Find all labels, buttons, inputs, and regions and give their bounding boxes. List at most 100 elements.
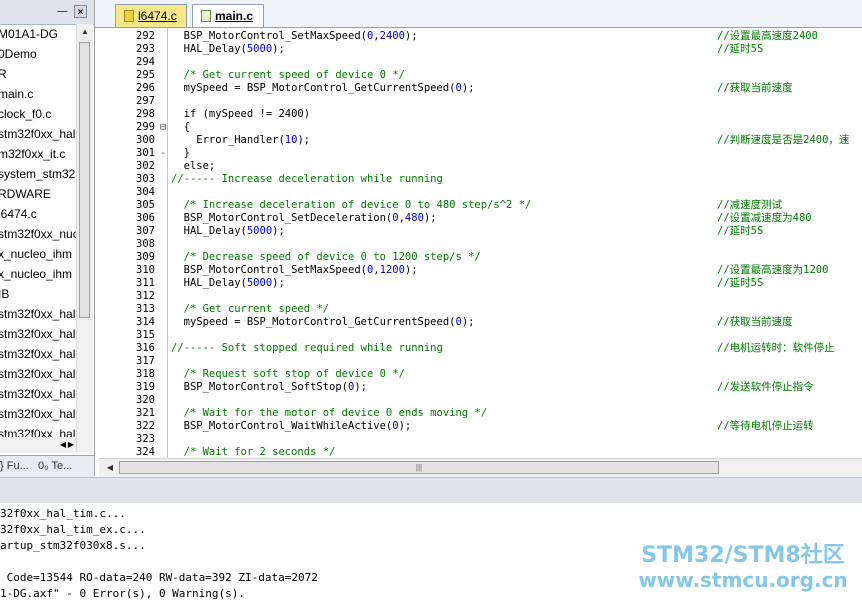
- code-line[interactable]: 319 BSP_MotorControl_SoftStop(0); //发送软件停…: [99, 381, 862, 394]
- pin-icon[interactable]: ―: [56, 5, 69, 18]
- line-number: 292: [136, 30, 155, 42]
- watermark-title: STM32/STM8社区: [641, 543, 845, 568]
- c-file-icon: [124, 10, 134, 22]
- tab-l6474-c[interactable]: l6474.c: [115, 4, 187, 27]
- code-line[interactable]: 316 //----- Soft stopped required while r…: [99, 342, 862, 355]
- trailing-comment: //获取当前速度: [717, 82, 793, 94]
- project-tree-item[interactable]: l6474.c: [0, 204, 76, 224]
- code-line[interactable]: 310 BSP_MotorControl_SetMaxSpeed(0,1200)…: [99, 264, 862, 277]
- code-line[interactable]: 294: [99, 56, 862, 69]
- code-line[interactable]: 311 HAL_Delay(5000); //延时5S: [99, 277, 862, 290]
- code-line[interactable]: 292 BSP_MotorControl_SetMaxSpeed(0,2400)…: [99, 30, 862, 43]
- scrollbar-thumb[interactable]: |||: [119, 461, 719, 474]
- code-text: BSP_MotorControl_SoftStop(0);: [171, 381, 367, 393]
- code-line[interactable]: 299 ⊟ {: [99, 121, 862, 134]
- code-line[interactable]: 313 /* Get current speed */: [99, 303, 862, 316]
- window-splitter[interactable]: [0, 477, 862, 504]
- code-line[interactable]: 309 /* Decrease speed of device 0 to 120…: [99, 251, 862, 264]
- scroll-right-icon[interactable]: ▶: [66, 437, 76, 453]
- project-tree-item[interactable]: RDWARE: [0, 184, 76, 204]
- code-line[interactable]: 324 /* Wait for 2 seconds */: [99, 446, 862, 458]
- project-tree-item[interactable]: m32f0xx_it.c: [0, 144, 76, 164]
- code-line[interactable]: 320: [99, 394, 862, 407]
- code-line[interactable]: 305 /* Increase deceleration of device 0…: [99, 199, 862, 212]
- project-tree-item[interactable]: stm32f0xx_hal: [0, 304, 76, 324]
- code-line[interactable]: 317: [99, 355, 862, 368]
- code-line[interactable]: 298 if (mySpeed != 2400): [99, 108, 862, 121]
- project-tree-item[interactable]: clock_f0.c: [0, 104, 76, 124]
- trailing-comment: //电机运转时：软件停止: [717, 342, 835, 354]
- c-file-icon: [201, 10, 211, 22]
- project-tree-item[interactable]: x_nucleo_ihm: [0, 244, 76, 264]
- trailing-comment: //判断速度是否是2400，速: [717, 134, 850, 146]
- project-tree-item[interactable]: stm32f0xx_hal: [0, 344, 76, 364]
- scroll-left-icon[interactable]: ◀: [103, 460, 117, 476]
- line-number: 296: [136, 82, 155, 94]
- project-tree-item[interactable]: x_nucleo_ihm: [0, 264, 76, 284]
- code-line[interactable]: 308: [99, 238, 862, 251]
- code-text: BSP_MotorControl_SetMaxSpeed(0,2400);: [171, 30, 418, 42]
- line-number: 298: [136, 108, 155, 120]
- tab-templates[interactable]: 0₀ Te...: [38, 458, 72, 475]
- code-line[interactable]: 315: [99, 329, 862, 342]
- project-vertical-scrollbar[interactable]: ▲: [76, 24, 93, 452]
- code-text: /* Request soft stop of device 0 */: [171, 368, 405, 380]
- code-line[interactable]: 321 /* Wait for the motor of device 0 en…: [99, 407, 862, 420]
- code-line[interactable]: 302 else;: [99, 160, 862, 173]
- code-line[interactable]: 303 //----- Increase deceleration while r…: [99, 173, 862, 186]
- code-line[interactable]: 293 HAL_Delay(5000); //延时5S: [99, 43, 862, 56]
- code-line[interactable]: 304: [99, 186, 862, 199]
- project-tree[interactable]: M01A1-DG 0Demo Rmain.c clock_f0.c stm32f0xx_…: [0, 24, 76, 454]
- code-line[interactable]: 301- }: [99, 147, 862, 160]
- trailing-comment: //减速度测试: [717, 199, 783, 211]
- line-number: 318: [136, 368, 155, 380]
- code-line[interactable]: 296 mySpeed = BSP_MotorControl_GetCurren…: [99, 82, 862, 95]
- code-line[interactable]: 312: [99, 290, 862, 303]
- fold-marker-icon[interactable]: ⊟: [159, 121, 167, 134]
- code-line[interactable]: 323: [99, 433, 862, 446]
- editor-horizontal-scrollbar[interactable]: ◀ |||: [99, 458, 862, 477]
- watermark: STM32/STM8社区 www.stmcu.org.cn: [628, 543, 858, 593]
- code-line[interactable]: 314 mySpeed = BSP_MotorControl_GetCurren…: [99, 316, 862, 329]
- line-number: 321: [136, 407, 155, 419]
- code-line[interactable]: 322 BSP_MotorControl_WaitWhileActive(0);…: [99, 420, 862, 433]
- fold-marker-icon[interactable]: -: [159, 147, 167, 160]
- code-line[interactable]: 306 BSP_MotorControl_SetDeceleration(0,4…: [99, 212, 862, 225]
- project-tree-item[interactable]: stm32f0xx_hal: [0, 364, 76, 384]
- code-text: HAL_Delay(5000);: [171, 43, 285, 55]
- code-text: /* Get current speed */: [171, 303, 330, 315]
- project-tree-item[interactable]: stm32f0xx_hal: [0, 324, 76, 344]
- code-text: HAL_Delay(5000);: [171, 225, 285, 237]
- scrollbar-thumb[interactable]: [79, 42, 90, 318]
- trailing-comment: //设置最高速度2400: [717, 30, 818, 42]
- project-tree-item[interactable]: stm32f0xx_hal: [0, 124, 76, 144]
- code-line[interactable]: 297: [99, 95, 862, 108]
- tab-functions[interactable]: } Fu...: [0, 458, 29, 475]
- project-tree-item[interactable]: IB: [0, 284, 76, 304]
- project-tree-item[interactable]: system_stm32: [0, 164, 76, 184]
- project-tree-item[interactable]: M01A1-DG: [0, 24, 76, 44]
- tab-label: l6474.c: [138, 9, 177, 23]
- line-number: 324: [136, 446, 155, 458]
- panel-tabs: } Fu... 0₀ Te...: [0, 455, 94, 477]
- project-tree-item[interactable]: R: [0, 64, 76, 84]
- code-line[interactable]: 295 /* Get current speed of device 0 */: [99, 69, 862, 82]
- code-editor[interactable]: 292 BSP_MotorControl_SetMaxSpeed(0,2400)…: [99, 28, 862, 458]
- code-text: if (mySpeed != 2400): [171, 108, 311, 120]
- line-number: 316: [136, 342, 155, 354]
- line-number: 310: [136, 264, 155, 276]
- tab-main-c[interactable]: main.c: [192, 4, 264, 27]
- line-number: 303: [136, 173, 155, 185]
- project-tree-item[interactable]: stm32f0xx_hal: [0, 404, 76, 424]
- project-tree-item[interactable]: stm32f0xx_nuc: [0, 224, 76, 244]
- code-line[interactable]: 300 Error_Handler(10); //判断速度是否是2400，速: [99, 134, 862, 147]
- scroll-up-icon[interactable]: ▲: [77, 24, 93, 40]
- close-panel-button[interactable]: ×: [74, 5, 87, 18]
- project-tree-item[interactable]: 0Demo: [0, 44, 76, 64]
- code-line[interactable]: 307 HAL_Delay(5000); //延时5S: [99, 225, 862, 238]
- project-horizontal-scrollbar[interactable]: ◀ ▶: [0, 437, 76, 453]
- project-tree-item[interactable]: main.c: [0, 84, 76, 104]
- project-tree-item[interactable]: stm32f0xx_hal: [0, 384, 76, 404]
- line-number: 312: [136, 290, 155, 302]
- code-line[interactable]: 318 /* Request soft stop of device 0 */: [99, 368, 862, 381]
